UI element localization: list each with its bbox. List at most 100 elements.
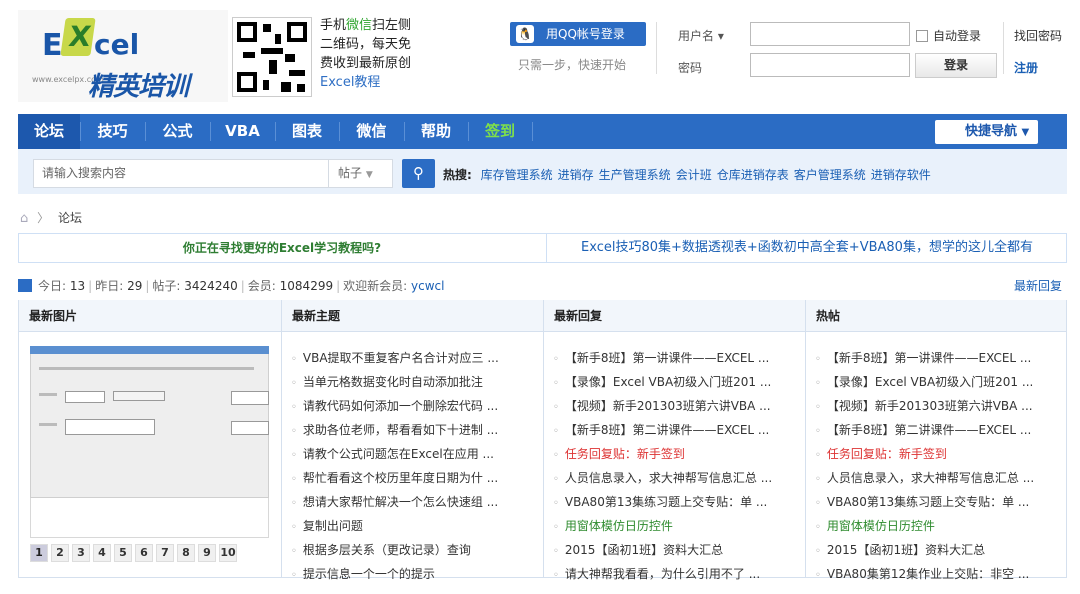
thumb-button bbox=[113, 391, 165, 401]
list-item[interactable]: 2015【函初1班】资料大汇总 bbox=[815, 539, 1034, 563]
pager-page-7[interactable]: 7 bbox=[156, 544, 174, 562]
thumb-text-line bbox=[39, 367, 254, 370]
breadcrumb-current[interactable]: 论坛 bbox=[58, 211, 82, 225]
search-icon: ⚲ bbox=[413, 164, 424, 182]
hot-term[interactable]: 客户管理系统 bbox=[794, 168, 866, 182]
search-input[interactable]: 请输入搜索内容 bbox=[33, 159, 329, 188]
latest-reply-link[interactable]: 最新回复 bbox=[1014, 277, 1062, 294]
pager-page-1[interactable]: 1 bbox=[30, 544, 48, 562]
nav-item-wechat[interactable]: 微信 bbox=[339, 114, 404, 149]
list-item[interactable]: 【视频】新手201303班第六讲VBA ... bbox=[815, 395, 1034, 419]
list-item[interactable]: VBA80集第12集作业上交贴：非空 ... bbox=[815, 563, 1034, 587]
hot-term[interactable]: 仓库进销存表 bbox=[717, 168, 789, 182]
pager-page-10[interactable]: 10 bbox=[219, 544, 237, 562]
list-item[interactable]: 请大神帮我看看，为什么引用不了 ... bbox=[553, 563, 772, 587]
list-item[interactable]: 请教个公式问题怎在Excel在应用 ... bbox=[291, 443, 499, 467]
list-item[interactable]: 任务回复贴：新手签到 bbox=[553, 443, 772, 467]
search-type-select[interactable]: 帖子 ▼ bbox=[329, 159, 393, 188]
chart-icon bbox=[18, 279, 32, 292]
nav-item-vba[interactable]: VBA bbox=[210, 114, 275, 149]
list-item[interactable]: 想请大家帮忙解决一个怎么快速组 ... bbox=[291, 491, 499, 515]
hot-term[interactable]: 进销存软件 bbox=[871, 168, 931, 182]
forgot-password-link[interactable]: 找回密码 bbox=[1014, 27, 1062, 44]
nav-item-checkin[interactable]: 签到 bbox=[468, 114, 532, 149]
stat-posts: 3424240 bbox=[184, 279, 238, 293]
nav-item-tips[interactable]: 技巧 bbox=[80, 114, 145, 149]
list-item[interactable]: 【新手8班】第一讲课件——EXCEL ... bbox=[553, 347, 772, 371]
list-item[interactable]: 求助各位老师，帮看看如下十进制 ... bbox=[291, 419, 499, 443]
nav-item-charts[interactable]: 图表 bbox=[275, 114, 339, 149]
list-item[interactable]: 当单元格数据变化时自动添加批注 bbox=[291, 371, 499, 395]
quick-nav-button[interactable]: 快捷导航 ▼ bbox=[935, 120, 1038, 144]
list-item[interactable]: 用窗体模仿日历控件 bbox=[553, 515, 772, 539]
col-divider bbox=[281, 300, 282, 578]
list-item[interactable]: 【新手8班】第一讲课件——EXCEL ... bbox=[815, 347, 1034, 371]
nav-item-forum[interactable]: 论坛 bbox=[18, 114, 80, 149]
stat-members: 1084299 bbox=[279, 279, 334, 293]
hot-searches: 热搜: 库存管理系统 进销存 生产管理系统 会计班 仓库进销存表 客户管理系统 进销存软件 bbox=[443, 166, 931, 183]
nav-item-formula[interactable]: 公式 bbox=[145, 114, 210, 149]
pager-page-4[interactable]: 4 bbox=[93, 544, 111, 562]
list-item[interactable]: 请教代码如何添加一个删除宏代码 ... bbox=[291, 395, 499, 419]
nav-item-help[interactable]: 帮助 bbox=[404, 114, 468, 149]
list-item[interactable]: 根据多层关系（更改记录）查询 bbox=[291, 539, 499, 563]
logo-text-cel: cel bbox=[94, 28, 140, 61]
hot-term[interactable]: 会计班 bbox=[676, 168, 712, 182]
qq-penguin-icon: 🐧 bbox=[516, 25, 534, 43]
list-item[interactable]: 任务回复贴：新手签到 bbox=[815, 443, 1034, 467]
nav-divider bbox=[532, 122, 533, 141]
qr-code-icon bbox=[232, 17, 312, 97]
col-head-new-topics: 最新主题 bbox=[282, 300, 543, 332]
list-item[interactable]: 帮忙看看这个校历里年度日期为什 ... bbox=[291, 467, 499, 491]
header-divider-2 bbox=[1003, 22, 1004, 74]
password-input[interactable] bbox=[750, 53, 910, 77]
list-item[interactable]: 【新手8班】第二讲课件——EXCEL ... bbox=[815, 419, 1034, 443]
list-item[interactable]: VBA80第13集练习题上交专贴：单 ... bbox=[815, 491, 1034, 515]
latest-image-thumbnail[interactable] bbox=[30, 346, 269, 498]
list-item[interactable]: 2015【函初1班】资料大汇总 bbox=[553, 539, 772, 563]
list-item[interactable]: 用窗体模仿日历控件 bbox=[815, 515, 1034, 539]
list-item[interactable]: VBA80第13集练习题上交专贴：单 ... bbox=[553, 491, 772, 515]
banner-link-left[interactable]: 你正在寻找更好的Excel学习教程吗? bbox=[18, 233, 546, 263]
pager-page-5[interactable]: 5 bbox=[114, 544, 132, 562]
username-input[interactable] bbox=[750, 22, 910, 46]
thumb-field bbox=[65, 391, 105, 403]
newest-member-link[interactable]: ycwcl bbox=[411, 279, 444, 293]
list-item[interactable]: 人员信息录入，求大神帮写信息汇总 ... bbox=[553, 467, 772, 491]
pager-page-6[interactable]: 6 bbox=[135, 544, 153, 562]
pager-page-2[interactable]: 2 bbox=[51, 544, 69, 562]
qr-promo-text: 手机微信扫左侧 二维码，每天免 费收到最新原创 Excel教程 bbox=[320, 18, 412, 90]
new-replies-list: 【新手8班】第一讲课件——EXCEL ... 【录像】Excel VBA初级入门… bbox=[553, 347, 772, 587]
col-head-new-replies: 最新回复 bbox=[544, 300, 805, 332]
username-type-select[interactable]: 用户名 ▾ bbox=[678, 27, 724, 44]
hot-term[interactable]: 生产管理系统 bbox=[599, 168, 671, 182]
home-icon[interactable]: ⌂ bbox=[20, 211, 28, 226]
col-divider bbox=[543, 300, 544, 578]
register-link[interactable]: 注册 bbox=[1014, 59, 1038, 76]
pager-page-8[interactable]: 8 bbox=[177, 544, 195, 562]
checkbox-icon[interactable] bbox=[916, 30, 928, 42]
pager-page-9[interactable]: 9 bbox=[198, 544, 216, 562]
list-item[interactable]: 复制出问题 bbox=[291, 515, 499, 539]
login-button[interactable]: 登录 bbox=[915, 53, 997, 78]
caret-down-icon: ▼ bbox=[1021, 127, 1030, 138]
stat-yesterday: 29 bbox=[127, 279, 143, 293]
hot-term[interactable]: 进销存 bbox=[558, 168, 594, 182]
list-item[interactable]: 【录像】Excel VBA初级入门班201 ... bbox=[553, 371, 772, 395]
list-item[interactable]: VBA提取不重复客户名合计对应三 ... bbox=[291, 347, 499, 371]
list-item[interactable]: 【视频】新手201303班第六讲VBA ... bbox=[553, 395, 772, 419]
list-item[interactable]: 人员信息录入，求大神帮写信息汇总 ... bbox=[815, 467, 1034, 491]
header-divider bbox=[656, 22, 657, 74]
list-item[interactable]: 【录像】Excel VBA初级入门班201 ... bbox=[815, 371, 1034, 395]
list-item[interactable]: 提示信息一个一个的提示 bbox=[291, 563, 499, 587]
search-button[interactable]: ⚲ bbox=[402, 159, 435, 188]
list-item[interactable]: 【新手8班】第二讲课件——EXCEL ... bbox=[553, 419, 772, 443]
auto-login-checkbox[interactable]: 自动登录 bbox=[916, 27, 981, 44]
banner-link-right[interactable]: Excel技巧80集+数据透视表+函数初中高全套+VBA80集，想学的这儿全都有 bbox=[547, 233, 1067, 263]
logo-letter-e: E bbox=[42, 28, 63, 63]
thumb-text-line bbox=[39, 423, 57, 426]
hot-term[interactable]: 库存管理系统 bbox=[481, 168, 553, 182]
pager-page-3[interactable]: 3 bbox=[72, 544, 90, 562]
thumb-titlebar bbox=[30, 346, 269, 354]
thumb-field bbox=[231, 421, 269, 435]
